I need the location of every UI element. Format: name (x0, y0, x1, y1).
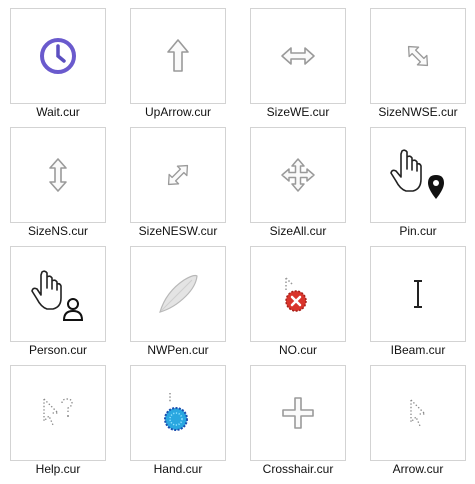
resize-nwse-icon (407, 45, 429, 67)
no-unavailable-icon (285, 277, 307, 312)
thumbnail[interactable] (250, 365, 346, 461)
resize-nesw-icon (167, 164, 189, 186)
file-name-label: Person.cur (28, 343, 88, 357)
file-name-label: NO.cur (278, 343, 317, 357)
file-item-sizeall[interactable]: SizeAll.cur (250, 127, 346, 246)
file-item-nwpen[interactable]: NWPen.cur (130, 246, 226, 365)
arrow-pointer-icon (410, 399, 427, 427)
file-item-sizenesw[interactable]: SizeNESW.cur (130, 127, 226, 246)
thumbnail[interactable] (130, 246, 226, 342)
file-item-uparrow[interactable]: UpArrow.cur (130, 8, 226, 127)
hand-pin-icon (390, 149, 444, 199)
resize-horizontal-icon (281, 47, 315, 65)
file-item-wait[interactable]: Wait.cur (10, 8, 106, 127)
file-name-label: SizeNESW.cur (138, 224, 218, 238)
hand-dotted-icon (164, 393, 188, 431)
file-name-label: Crosshair.cur (262, 462, 334, 476)
file-name-label: NWPen.cur (147, 343, 209, 357)
thumbnail[interactable] (250, 127, 346, 223)
file-name-label: SizeNWSE.cur (378, 105, 458, 119)
file-item-sizewe[interactable]: SizeWE.cur (250, 8, 346, 127)
file-item-sizenwse[interactable]: SizeNWSE.cur (370, 8, 466, 127)
file-item-arrow[interactable]: Arrow.cur (370, 365, 466, 484)
file-name-label: Hand.cur (153, 462, 203, 476)
file-name-label: Arrow.cur (392, 462, 444, 476)
resize-vertical-icon (49, 158, 67, 192)
wait-clock-icon (40, 38, 76, 74)
file-item-hand[interactable]: Hand.cur (130, 365, 226, 484)
thumbnail[interactable] (130, 365, 226, 461)
thumbnail[interactable] (10, 246, 106, 342)
up-arrow-icon (167, 39, 189, 72)
file-item-ibeam[interactable]: IBeam.cur (370, 246, 466, 365)
thumbnail[interactable] (370, 365, 466, 461)
thumbnail[interactable] (250, 8, 346, 104)
thumbnail[interactable] (370, 8, 466, 104)
thumbnail[interactable] (10, 127, 106, 223)
file-name-label: SizeAll.cur (269, 224, 327, 238)
help-cursor-icon (43, 398, 73, 426)
file-name-label: Wait.cur (36, 105, 80, 119)
thumbnail[interactable] (130, 127, 226, 223)
pen-feather-icon (159, 274, 198, 313)
file-item-crosshair[interactable]: Crosshair.cur (250, 365, 346, 484)
file-name-label: IBeam.cur (390, 343, 446, 357)
file-name-label: Pin.cur (399, 224, 437, 238)
file-name-label: SizeNS.cur (27, 224, 89, 238)
file-item-no[interactable]: NO.cur (250, 246, 346, 365)
thumbnail[interactable] (10, 365, 106, 461)
ibeam-text-icon (414, 280, 422, 308)
file-name-label: SizeWE.cur (266, 105, 330, 119)
file-item-sizens[interactable]: SizeNS.cur (10, 127, 106, 246)
file-item-pin[interactable]: Pin.cur (370, 127, 466, 246)
file-name-label: UpArrow.cur (144, 105, 212, 119)
thumbnail[interactable] (130, 8, 226, 104)
move-all-icon (281, 158, 315, 192)
hand-person-icon (31, 270, 84, 321)
crosshair-icon (282, 397, 314, 429)
file-item-help[interactable]: Help.cur (10, 365, 106, 484)
file-name-label: Help.cur (35, 462, 81, 476)
thumbnail[interactable] (370, 127, 466, 223)
file-item-person[interactable]: Person.cur (10, 246, 106, 365)
thumbnail[interactable] (250, 246, 346, 342)
thumbnail[interactable] (370, 246, 466, 342)
thumbnail[interactable] (10, 8, 106, 104)
